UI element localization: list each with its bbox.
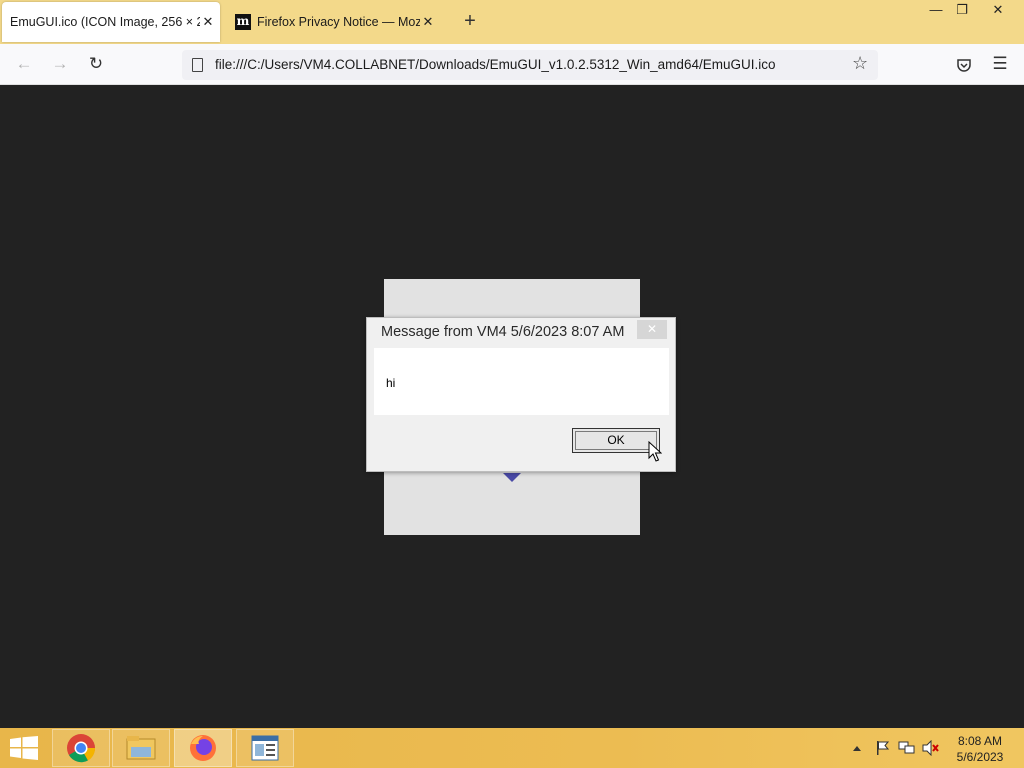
taskbar-notepad[interactable] [236, 729, 294, 767]
tab-close-icon[interactable]: ✕ [200, 14, 216, 30]
file-explorer-icon [126, 736, 156, 760]
reload-button[interactable]: ↻ [84, 53, 108, 77]
volume-muted-icon[interactable] [922, 740, 940, 756]
dialog-close-icon[interactable]: ✕ [637, 320, 667, 339]
tab-emugui-ico[interactable]: EmuGUI.ico (ICON Image, 256 × 256 ✕ [2, 2, 220, 42]
page-icon [192, 58, 203, 72]
notepad-icon [251, 735, 279, 761]
forward-button[interactable]: → [48, 53, 72, 77]
menu-icon[interactable]: ☰ [988, 53, 1012, 77]
action-center-flag-icon[interactable] [874, 740, 890, 756]
taskbar: 8:08 AM 5/6/2023 [0, 728, 1024, 768]
message-dialog: Message from VM4 5/6/2023 8:07 AM ✕ hi O… [366, 317, 676, 472]
url-text[interactable]: file:///C:/Users/VM4.COLLABNET/Downloads… [215, 57, 775, 72]
clock-time: 8:08 AM [957, 734, 1003, 748]
restore-button[interactable]: ❐ [945, 0, 979, 22]
bookmark-star-icon[interactable]: ☆ [852, 53, 868, 74]
windows-start-icon[interactable] [10, 736, 38, 760]
window-close-button[interactable]: ✕ [981, 0, 1015, 22]
tab-close-icon[interactable]: ✕ [420, 14, 436, 30]
taskbar-chrome[interactable] [52, 729, 110, 767]
dialog-title: Message from VM4 5/6/2023 8:07 AM [381, 324, 625, 340]
taskbar-file-explorer[interactable] [112, 729, 170, 767]
pocket-icon[interactable] [952, 53, 976, 77]
firefox-icon [190, 735, 216, 761]
chrome-icon [67, 734, 96, 763]
dialog-message: hi [386, 376, 396, 390]
clock-date: 5/6/2023 [956, 750, 1004, 764]
tab-title: EmuGUI.ico (ICON Image, 256 × 256 [10, 15, 200, 29]
mozilla-favicon-icon: m [235, 14, 251, 30]
tab-title: Firefox Privacy Notice — Mozilla [257, 15, 420, 29]
back-button[interactable]: ← [12, 53, 36, 77]
system-clock[interactable]: 8:08 AM 5/6/2023 [950, 733, 1010, 765]
navigation-toolbar: ← → ↻ file:///C:/Users/VM4.COLLABNET/Dow… [0, 44, 1024, 85]
ok-button[interactable]: OK [572, 428, 660, 453]
network-icon[interactable] [898, 740, 916, 756]
image-arrow-shape [503, 473, 521, 482]
dialog-message-area: hi [374, 348, 669, 415]
taskbar-firefox[interactable] [174, 729, 232, 767]
url-bar[interactable]: file:///C:/Users/VM4.COLLABNET/Downloads… [182, 50, 878, 80]
show-hidden-icons-icon[interactable] [852, 744, 862, 752]
new-tab-icon[interactable]: + [460, 11, 480, 31]
mouse-cursor-icon [648, 441, 662, 462]
tab-firefox-privacy-notice[interactable]: m Firefox Privacy Notice — Mozilla ✕ [228, 2, 440, 42]
tab-strip: EmuGUI.ico (ICON Image, 256 × 256 ✕ m Fi… [0, 0, 1024, 44]
